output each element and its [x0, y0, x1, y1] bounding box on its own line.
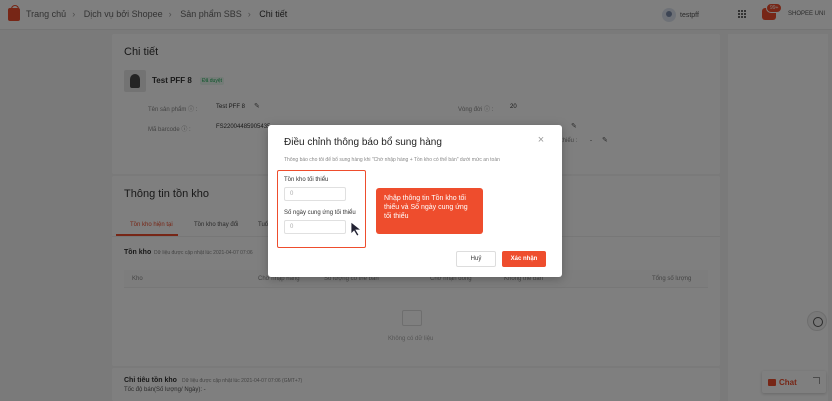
min-stock-input[interactable]: 0 [284, 187, 346, 201]
min-stock-field-label: Tồn kho tối thiểu [284, 177, 329, 183]
confirm-button[interactable]: Xác nhận [502, 251, 546, 267]
modal-title: Điều chỉnh thông báo bổ sung hàng [284, 137, 442, 148]
min-days-input[interactable]: 0 [284, 220, 346, 234]
min-days-field-label: Số ngày cung ứng tối thiểu [284, 210, 356, 216]
close-icon[interactable]: × [536, 135, 546, 146]
cancel-button[interactable]: Huỷ [456, 251, 496, 267]
restock-notification-modal: Điều chỉnh thông báo bổ sung hàng × Thôn… [268, 125, 562, 277]
mouse-cursor-icon [350, 221, 363, 237]
modal-description: Thông báo cho tôi để bổ sung hàng khi "C… [284, 157, 500, 163]
instruction-callout: Nhập thông tin Tồn kho tối thiểu và Số n… [376, 188, 483, 234]
